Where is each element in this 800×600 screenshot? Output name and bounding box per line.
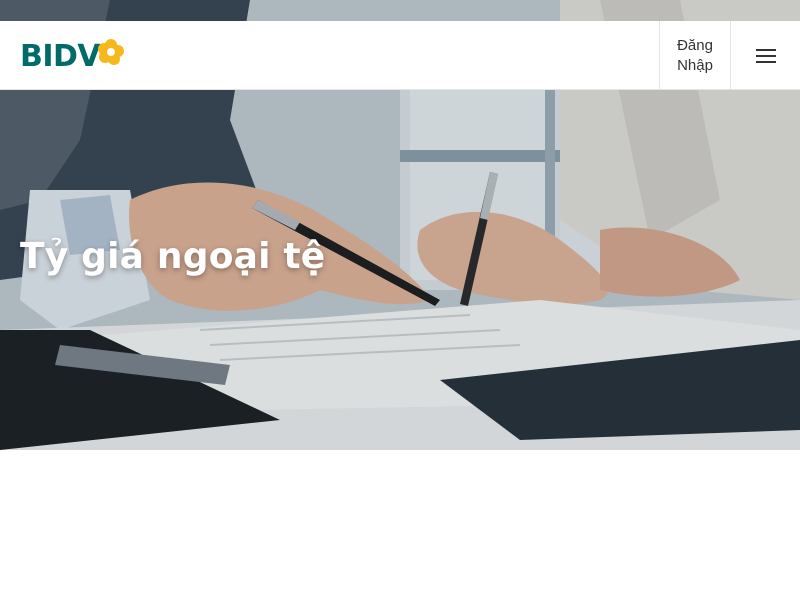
login-label-line2: Nhập [677,56,713,74]
hamburger-menu-icon [755,48,776,63]
page-title: Tỷ giá ngoại tệ [20,236,326,277]
login-label-line1: Đăng [677,36,713,54]
menu-button[interactable] [730,21,800,90]
login-button[interactable]: Đăng Nhập [659,21,730,90]
logo-text: BIDV [20,39,101,74]
bidv-logo[interactable]: BIDV [20,39,126,74]
site-header: BIDV Đăng Nhập [0,21,800,90]
flower-logo-icon [98,39,125,65]
